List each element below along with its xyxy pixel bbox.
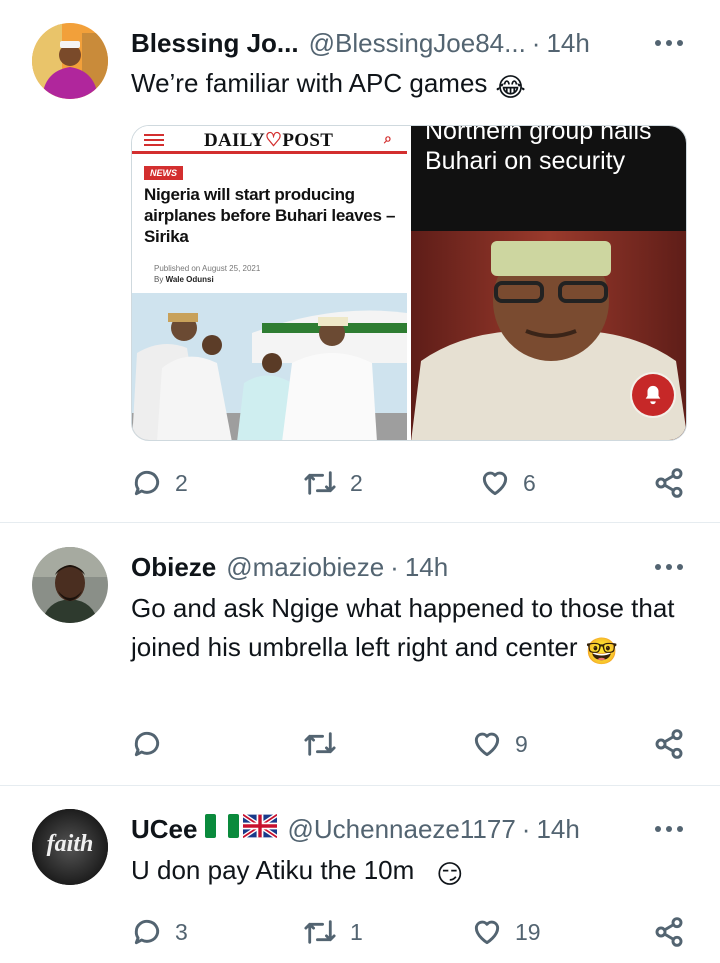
share-button[interactable] xyxy=(653,463,685,503)
nerd-face-emoji: 🤓 xyxy=(585,636,618,666)
tweet-actions: 3 1 19 xyxy=(131,912,688,952)
timestamp[interactable]: 14h xyxy=(536,814,579,844)
reply-button[interactable]: 2 xyxy=(131,463,188,503)
retweet-button[interactable]: 2 xyxy=(302,463,363,503)
separator-dot: · xyxy=(521,814,531,844)
reply-button[interactable]: 3 xyxy=(131,912,188,952)
avatar[interactable] xyxy=(32,23,108,99)
avatar-image xyxy=(32,547,108,623)
share-button[interactable] xyxy=(653,912,685,952)
retweet-icon xyxy=(304,920,336,944)
media-image-dailypost[interactable]: DAILY♡POST ⌕ NEWS Nigeria will start pro… xyxy=(132,126,407,440)
retweet-icon xyxy=(304,471,336,495)
news-badge: NEWS xyxy=(144,166,183,180)
article-byline: By Wale Odunsi xyxy=(154,275,214,284)
display-name[interactable]: Blessing Jo... xyxy=(131,28,299,58)
retweet-button[interactable] xyxy=(302,724,350,764)
tweet-body: U don pay Atiku the 10m xyxy=(131,855,415,885)
like-icon xyxy=(482,471,508,496)
tweet-header: UCee @Uchennaeze1177 · 14h xyxy=(131,814,630,844)
avatar[interactable]: faith xyxy=(32,809,108,885)
uk-flag-icon xyxy=(243,814,278,838)
reply-icon xyxy=(134,919,160,945)
retweet-icon xyxy=(304,732,336,756)
user-handle[interactable]: @maziobieze xyxy=(226,552,384,582)
timestamp[interactable]: 14h xyxy=(546,28,589,58)
like-button[interactable]: 6 xyxy=(479,463,536,503)
tweet-text: U don pay Atiku the 10m 😏 xyxy=(131,851,680,894)
avatar-image xyxy=(32,23,108,99)
retweet-count: 2 xyxy=(350,469,363,496)
more-icon xyxy=(655,826,683,832)
more-icon xyxy=(655,564,683,570)
tweet-header: Blessing Jo... @BlessingJoe84... · 14h xyxy=(131,28,630,58)
tweet-actions: 2 2 6 xyxy=(131,463,688,503)
more-options-button[interactable] xyxy=(654,552,684,582)
notification-bell-icon[interactable] xyxy=(632,374,674,416)
like-button[interactable]: 19 xyxy=(471,912,541,952)
reply-count: 2 xyxy=(175,469,188,496)
flag-emojis xyxy=(205,814,278,838)
timestamp[interactable]: 14h xyxy=(405,552,448,582)
user-handle[interactable]: @Uchennaeze1177 xyxy=(287,814,515,844)
like-button[interactable]: 9 xyxy=(471,724,528,764)
article-photo xyxy=(132,293,407,440)
media-grid[interactable]: DAILY♡POST ⌕ NEWS Nigeria will start pro… xyxy=(131,125,687,441)
separator-dot: · xyxy=(531,28,541,58)
like-icon xyxy=(474,920,500,945)
like-icon xyxy=(474,732,500,757)
tweet[interactable]: Obieze @maziobieze · 14h Go and ask Ngig… xyxy=(0,523,720,785)
more-options-button[interactable] xyxy=(654,814,684,844)
display-name[interactable]: UCee xyxy=(131,814,197,844)
smirking-face-emoji: 😏 xyxy=(436,859,464,889)
retweet-count: 1 xyxy=(350,918,363,945)
separator-dot: · xyxy=(390,552,399,582)
reply-button[interactable] xyxy=(131,724,175,764)
avatar[interactable] xyxy=(32,547,108,623)
like-count: 19 xyxy=(515,918,541,945)
like-count: 6 xyxy=(523,469,536,496)
share-button[interactable] xyxy=(653,724,685,764)
reply-icon xyxy=(134,470,160,496)
media-image-buhari[interactable]: Northern group hails Buhari on security xyxy=(411,125,686,440)
tweet[interactable]: Blessing Jo... @BlessingJoe84... · 14h W… xyxy=(0,0,720,522)
dailypost-logo: DAILY♡POST xyxy=(204,130,334,151)
dailypost-header: DAILY♡POST ⌕ xyxy=(132,126,407,154)
like-count: 9 xyxy=(515,730,528,757)
nigeria-flag-icon xyxy=(205,814,240,838)
reply-count: 3 xyxy=(175,918,188,945)
display-name[interactable]: Obieze xyxy=(131,552,216,582)
share-icon xyxy=(655,917,683,947)
tweet[interactable]: faith UCee @Uchennaeze1177 · 14h U don p… xyxy=(0,786,720,963)
article-headline: Nigeria will start producing airplanes b… xyxy=(144,185,396,246)
tweet-text: Go and ask Ngige what happened to those … xyxy=(131,589,680,671)
article-published: Published on August 25, 2021 xyxy=(154,264,261,273)
search-icon: ⌕ xyxy=(384,130,392,146)
menu-icon xyxy=(144,134,164,146)
user-handle[interactable]: @BlessingJoe84... xyxy=(309,28,526,58)
tweet-header: Obieze @maziobieze · 14h xyxy=(131,552,630,582)
share-icon xyxy=(655,468,683,498)
retweet-button[interactable]: 1 xyxy=(302,912,363,952)
tweet-text: We’re familiar with APC games 😂 xyxy=(131,64,680,107)
tears-of-joy-emoji: 😂 xyxy=(495,72,526,102)
reply-icon xyxy=(134,731,160,757)
avatar-label: faith xyxy=(46,831,94,857)
tweet-body: We’re familiar with APC games xyxy=(131,68,488,98)
share-icon xyxy=(655,729,683,759)
tweet-actions: 9 xyxy=(131,724,688,764)
more-options-button[interactable] xyxy=(654,28,684,58)
more-icon xyxy=(655,40,683,46)
image-headline: Northern group hails Buhari on security xyxy=(425,125,652,175)
